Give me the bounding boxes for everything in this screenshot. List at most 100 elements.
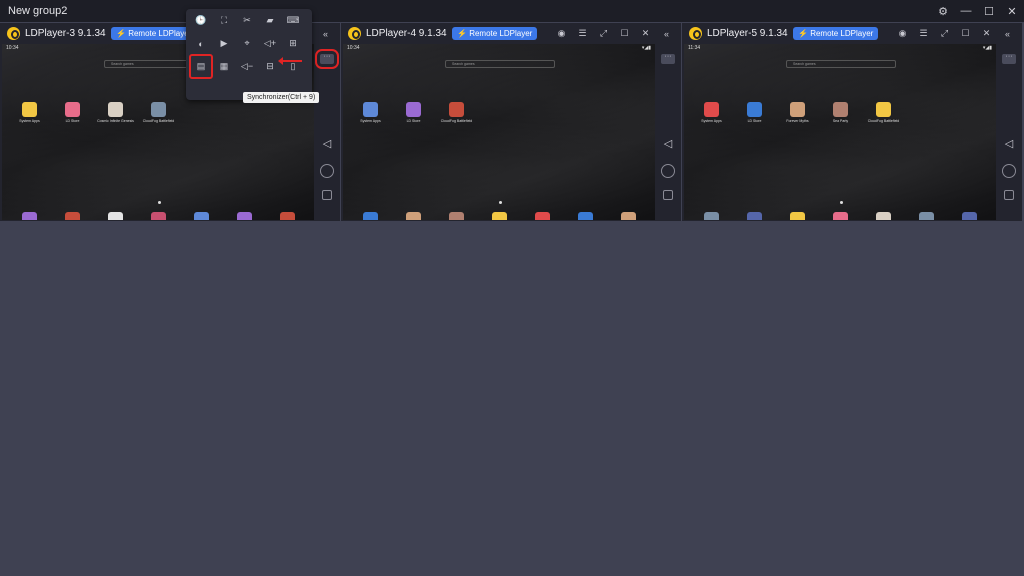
app-shortcut[interactable]: LD Store [51,102,94,123]
app-icon [621,212,636,220]
synchronizer-tooltip: Synchronizer(Ctrl + 9) [243,92,320,103]
app-shortcut[interactable]: CloudFog Battlefield [862,102,905,123]
record-icon[interactable]: ▶ [213,32,235,55]
app-icon [151,102,166,117]
home-icon[interactable] [320,164,334,178]
app-shortcut[interactable]: LD Store [733,102,776,123]
close-button[interactable]: ✕ [1001,0,1023,22]
phone-icon[interactable]: ▯ [282,55,304,78]
collapse-icon[interactable]: « [656,26,677,42]
app-icon [704,102,719,117]
app-label: Cosmic Infinite Genesis [97,119,134,123]
app-shortcut[interactable]: Mecha: Nebula Deluxe [392,212,435,220]
app-shortcut[interactable]: Zone Hound [349,212,392,220]
screenshot-icon[interactable]: ⛶ [213,9,235,32]
home-icon[interactable] [661,164,675,178]
remote-ldplayer-button[interactable]: ⚡ Remote LDPlayer [111,27,197,40]
collapse-icon[interactable]: « [315,26,336,42]
menu-icon[interactable]: ☰ [913,26,934,42]
app-shortcut[interactable]: Scarlet Girls [819,212,862,220]
app-shortcut[interactable]: Crystal Legends [180,212,223,220]
multi-window-icon[interactable]: ▦ [213,55,235,78]
app-icon [406,212,421,220]
app-shortcut[interactable]: Crystal Legends [521,212,564,220]
app-shortcut[interactable]: Scarlet Girls [137,212,180,220]
collapse-icon[interactable]: « [997,26,1018,42]
recents-icon[interactable] [322,190,332,200]
emulator-panel: LDPlayer-4 9.1.34 ⚡ Remote LDPlayer ◉ ☰ … [341,23,681,221]
app-shortcut[interactable]: Ancient Soul: Chronicles of Kingdoms [948,212,991,220]
app-shortcut[interactable]: LD Store [392,102,435,123]
emulator-screen[interactable]: 10:34 ▾◢▮ Search games System Apps LD St… [343,44,655,220]
app-shortcut[interactable]: System Apps [690,102,733,123]
maximize-button[interactable]: ☐ [978,0,1000,22]
more-options-button[interactable]: ··· [661,53,675,64]
search-games-bar[interactable]: Search games [445,60,555,68]
search-games-bar[interactable]: Search games [786,60,896,68]
instance-name: LDPlayer-4 9.1.34 [366,28,447,39]
app-shortcut[interactable]: CloudFog Battlefield [435,102,478,123]
folder-icon[interactable]: ▰ [259,9,281,32]
remote-ldplayer-button[interactable]: ⚡ Remote LDPlayer [452,27,538,40]
app-shortcut[interactable]: System Apps [349,102,392,123]
shake-icon[interactable]: ◐ [190,32,212,55]
app-shortcut[interactable]: Cosmic Infinite Genesis [94,102,137,123]
keyboard-icon[interactable]: ⌨ [282,9,304,32]
app-shortcut[interactable]: Scarlet Girls [478,212,521,220]
emulator-panel: LDPlayer-5 9.1.34 ⚡ Remote LDPlayer ◉ ☰ … [682,23,1022,221]
app-shortcut[interactable]: Order Daybreak [223,212,266,220]
home-icon[interactable] [1002,164,1016,178]
account-icon[interactable]: ◉ [892,26,913,42]
scissors-icon[interactable]: ✂ [236,9,258,32]
more-options-button[interactable]: ··· [1002,53,1016,64]
app-shortcut[interactable]: The Battleground of Survivors [690,212,733,220]
emulator-screen[interactable]: 11:34 ▾◢▮ Search games System Apps LD St… [684,44,996,220]
window-titlebar: New group2 ⚙ — ☐ ✕ [0,0,1024,22]
recents-icon[interactable] [663,190,673,200]
more-options-button[interactable]: ··· [315,49,339,69]
app-label: CloudFog Battlefield [440,119,473,123]
status-icons: ▾◢▮ [641,45,651,51]
settings-icon[interactable]: ⚙ [932,0,954,22]
recents-icon[interactable] [1004,190,1014,200]
app-shortcut[interactable]: Zenless Zone Zero: FC [8,212,51,220]
maximize-icon[interactable]: ☐ [955,26,976,42]
history-icon[interactable]: 🕒 [190,9,212,32]
app-shortcut[interactable]: High Seas: Hero [776,212,819,220]
synchronizer-icon[interactable]: ▤ [189,54,213,79]
app-shortcut[interactable]: Ancient Soul: The Conclave [51,212,94,220]
back-icon[interactable]: ◁ [661,136,675,150]
install-apk-icon[interactable]: ⊞ [282,32,304,55]
app-shortcut[interactable]: Mythic of Lords Eternal [733,212,776,220]
app-icon [578,212,593,220]
app-shortcut[interactable]: Hero Hunt [607,212,650,220]
restore-icon[interactable]: ⤢ [934,26,955,42]
account-icon[interactable]: ◉ [551,26,572,42]
remote-ldplayer-button[interactable]: ⚡ Remote LDPlayer [793,27,879,40]
menu-icon[interactable]: ☰ [572,26,593,42]
volume-down-icon[interactable]: ◁− [236,55,258,78]
app-shortcut[interactable]: High Seas: Hero [435,212,478,220]
app-shortcut[interactable]: CloudFog Battlefield [137,102,180,123]
app-label: System Apps [19,119,40,123]
location-icon[interactable]: ⌖ [236,32,258,55]
app-shortcut[interactable]: Elemental Quest [564,212,607,220]
back-icon[interactable]: ◁ [320,136,334,150]
volume-up-icon[interactable]: ◁+ [259,32,281,55]
app-shortcut[interactable]: Ancient Soul: The Conclave [266,212,309,220]
app-shortcut[interactable]: System Apps [8,102,51,123]
app-shortcut[interactable]: Lumina Fortress: Heroes Battle [905,212,948,220]
app-shortcut[interactable]: High Seas: Hero [94,212,137,220]
app-label: Sea Party [832,119,849,123]
restore-icon[interactable]: ⤢ [593,26,614,42]
close-icon[interactable]: ✕ [635,26,656,42]
back-icon[interactable]: ◁ [1002,136,1016,150]
maximize-icon[interactable]: ☐ [614,26,635,42]
app-shortcut[interactable]: Forever Myths [776,102,819,123]
app-shortcut[interactable]: Sea Party [819,102,862,123]
close-icon[interactable]: ✕ [976,26,997,42]
app-shortcut[interactable]: Crystal Legends [862,212,905,220]
home-row-top: System Apps LD Store Cosmic Infinite Gen… [8,102,180,123]
minimize-button[interactable]: — [955,0,977,22]
window-title: New group2 [8,5,68,17]
